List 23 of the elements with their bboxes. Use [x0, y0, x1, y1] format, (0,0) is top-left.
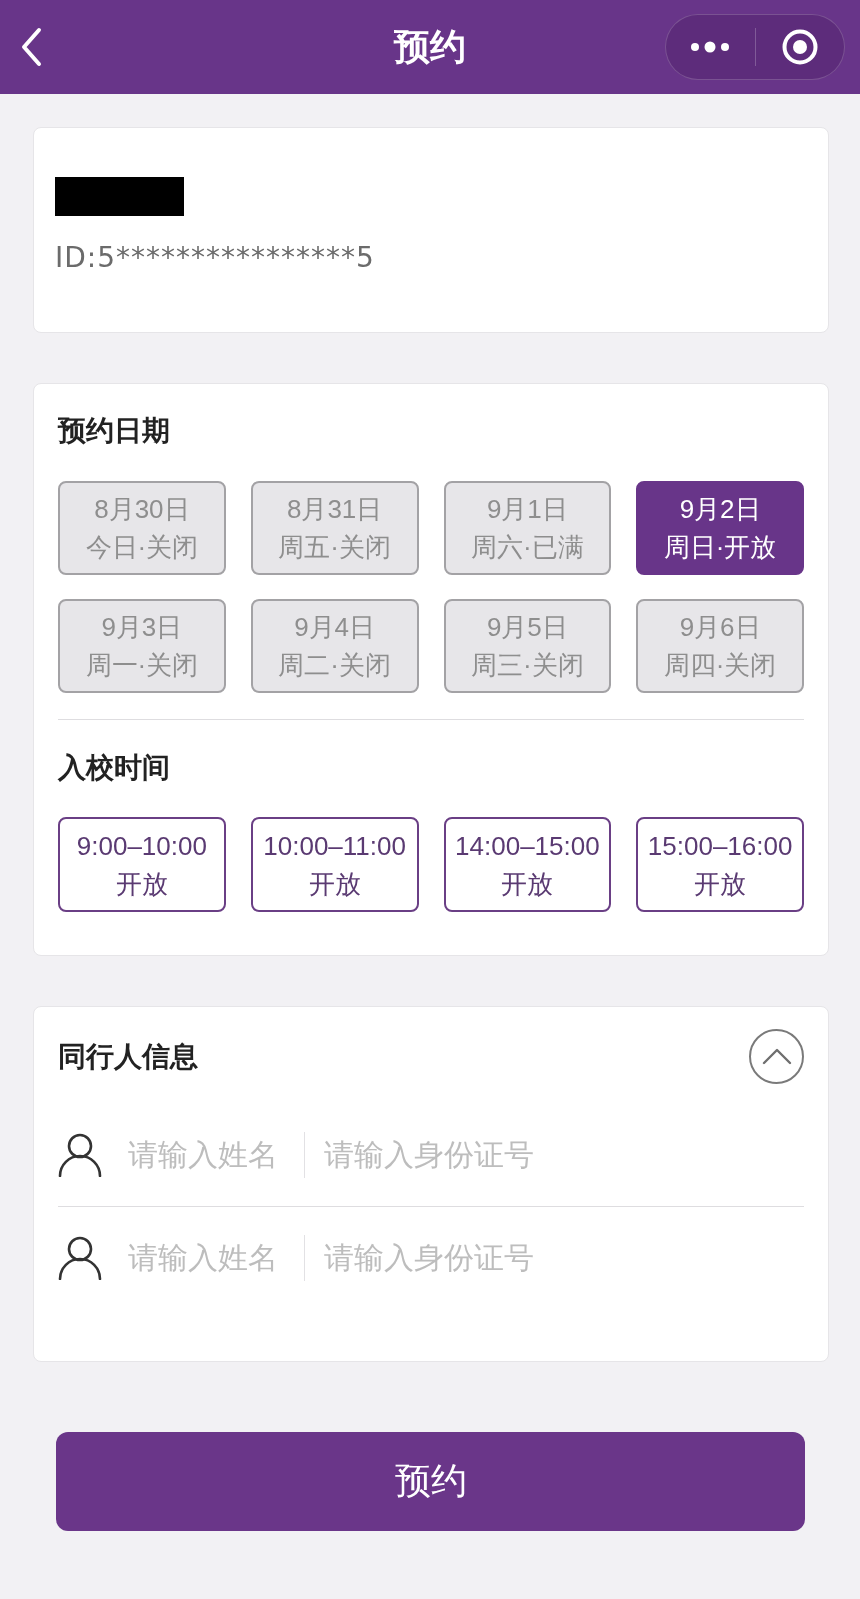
- chevron-up-icon: [761, 1047, 792, 1066]
- submit-button[interactable]: 预约: [56, 1432, 805, 1531]
- section-title: 入校时间: [58, 751, 170, 785]
- collapse-button[interactable]: [749, 1029, 804, 1084]
- date-option[interactable]: 9月2日 周日·开放: [636, 481, 804, 575]
- name-input[interactable]: 请输入姓名: [128, 1133, 292, 1177]
- section-title: 同行人信息: [58, 1039, 198, 1074]
- person-icon: [58, 1236, 102, 1280]
- page-title: 预约: [394, 25, 466, 69]
- target-icon: [781, 29, 818, 65]
- person-icon: [58, 1133, 102, 1177]
- time-slot-option[interactable]: 10:00–11:00 开放: [250, 817, 419, 912]
- section-title: 预约日期: [58, 414, 170, 448]
- id-text: ID:5****************5: [55, 240, 375, 276]
- time-slot-option[interactable]: 9:00–10:00 开放: [58, 817, 226, 912]
- time-slot-option[interactable]: 14:00–15:00 开放: [443, 817, 612, 912]
- more-icon: [690, 41, 731, 53]
- id-number-input[interactable]: 请输入身份证号: [324, 1236, 764, 1280]
- id-number-input[interactable]: 请输入身份证号: [324, 1133, 764, 1177]
- time-slot-option[interactable]: 15:00–16:00 开放: [636, 817, 804, 912]
- name-input[interactable]: 请输入姓名: [128, 1236, 292, 1280]
- back-icon: [20, 27, 42, 67]
- back-button[interactable]: [20, 27, 42, 67]
